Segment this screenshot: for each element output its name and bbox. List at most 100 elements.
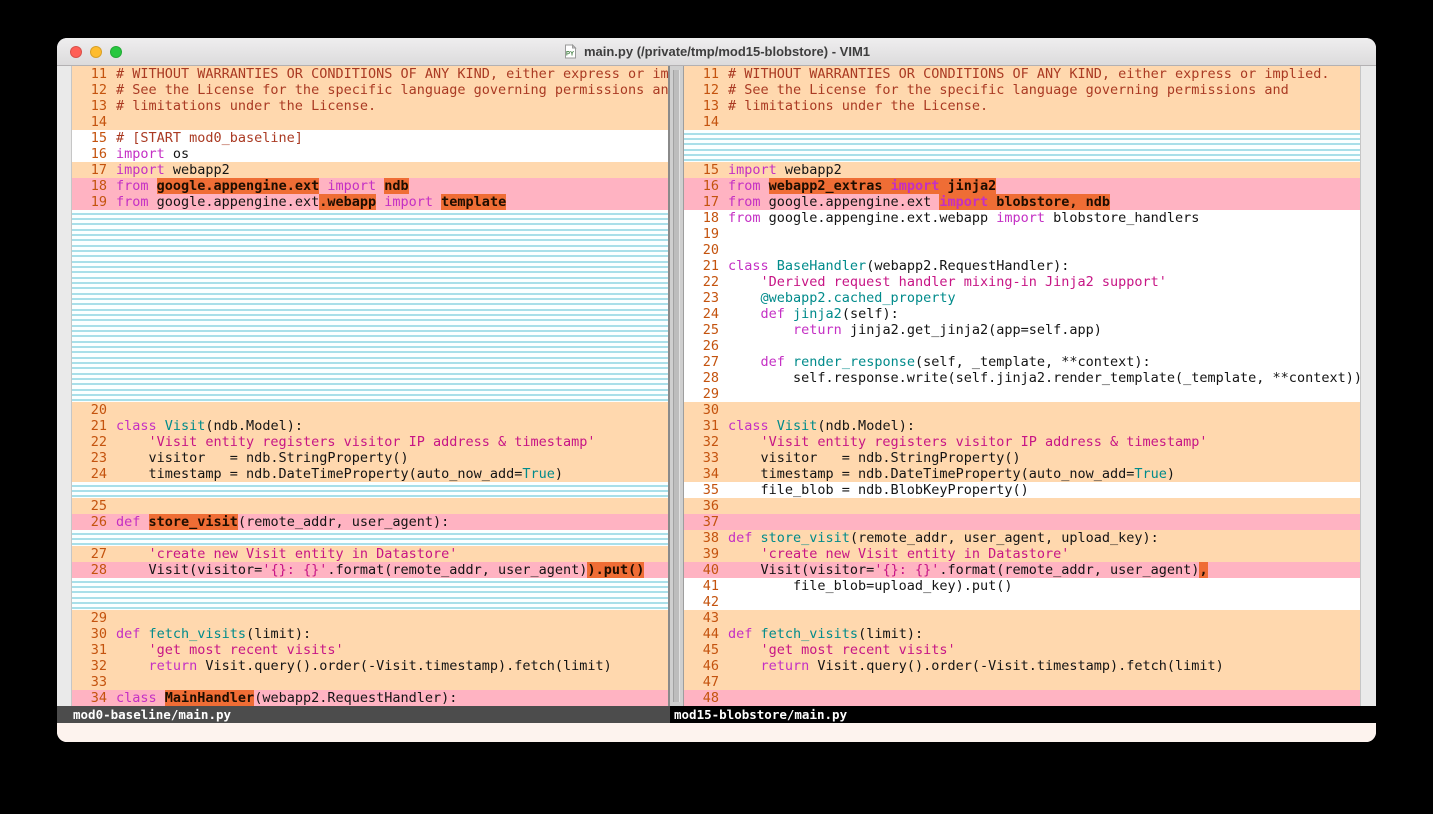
- code-line[interactable]: 17from google.appengine.ext import blobs…: [684, 194, 1360, 210]
- code-line[interactable]: 20: [72, 402, 668, 418]
- code-line[interactable]: 19: [684, 226, 1360, 242]
- code-line[interactable]: 37: [684, 514, 1360, 530]
- line-number: [72, 306, 116, 322]
- code-line[interactable]: 20: [684, 242, 1360, 258]
- code-line[interactable]: 48: [684, 690, 1360, 706]
- code-segment: .format(remote_addr, user_agent): [327, 562, 587, 578]
- code-line[interactable]: 15# [START mod0_baseline]: [72, 130, 668, 146]
- code-line[interactable]: 16from webapp2_extras import jinja2: [684, 178, 1360, 194]
- code-line[interactable]: 40 Visit(visitor='{}: {}'.format(remote_…: [684, 562, 1360, 578]
- code-line[interactable]: 29: [684, 386, 1360, 402]
- left-pane[interactable]: 11# WITHOUT WARRANTIES OR CONDITIONS OF …: [72, 66, 668, 706]
- code-line[interactable]: 41 file_blob=upload_key).put(): [684, 578, 1360, 594]
- split-divider[interactable]: [668, 66, 684, 706]
- code-line[interactable]: 31 'get most recent visits': [72, 642, 668, 658]
- code-line[interactable]: 22 'Derived request handler mixing-in Ji…: [684, 274, 1360, 290]
- code-line[interactable]: 27 def render_response(self, _template, …: [684, 354, 1360, 370]
- line-number: 29: [684, 386, 728, 402]
- code-line[interactable]: 24 def jinja2(self):: [684, 306, 1360, 322]
- code-line[interactable]: 35 file_blob = ndb.BlobKeyProperty(): [684, 482, 1360, 498]
- filler-line: [72, 530, 668, 546]
- line-number: 20: [684, 242, 728, 258]
- code-line[interactable]: 31class Visit(ndb.Model):: [684, 418, 1360, 434]
- code-line[interactable]: 42: [684, 594, 1360, 610]
- line-number: [72, 210, 116, 226]
- code-line[interactable]: 34class MainHandler(webapp2.RequestHandl…: [72, 690, 668, 706]
- line-number: 30: [684, 402, 728, 418]
- code-text: [728, 690, 1360, 706]
- code-line[interactable]: 15import webapp2: [684, 162, 1360, 178]
- code-line[interactable]: 21class Visit(ndb.Model):: [72, 418, 668, 434]
- right-pane[interactable]: 11# WITHOUT WARRANTIES OR CONDITIONS OF …: [684, 66, 1360, 706]
- line-number: 31: [684, 418, 728, 434]
- title-bar[interactable]: PY main.py (/private/tmp/mod15-blobstore…: [57, 38, 1376, 66]
- code-line[interactable]: 34 timestamp = ndb.DateTimeProperty(auto…: [684, 466, 1360, 482]
- code-line[interactable]: 44def fetch_visits(limit):: [684, 626, 1360, 642]
- code-text: 'get most recent visits': [116, 642, 668, 658]
- right-scrollbar[interactable]: [1360, 66, 1376, 706]
- line-number: [72, 226, 116, 242]
- code-line[interactable]: 32 return Visit.query().order(-Visit.tim…: [72, 658, 668, 674]
- status-bar-left[interactable]: mod0-baseline/main.py: [57, 706, 670, 723]
- line-number: 35: [684, 482, 728, 498]
- code-line[interactable]: 13# limitations under the License.: [72, 98, 668, 114]
- code-line[interactable]: 26def store_visit(remote_addr, user_agen…: [72, 514, 668, 530]
- code-segment: (limit):: [858, 626, 923, 642]
- code-line[interactable]: 28 self.response.write(self.jinja2.rende…: [684, 370, 1360, 386]
- code-line[interactable]: 33: [72, 674, 668, 690]
- code-line[interactable]: 11# WITHOUT WARRANTIES OR CONDITIONS OF …: [72, 66, 668, 82]
- code-line[interactable]: 18from google.appengine.ext import ndb: [72, 178, 668, 194]
- code-line[interactable]: 22 'Visit entity registers visitor IP ad…: [72, 434, 668, 450]
- code-line[interactable]: 21class BaseHandler(webapp2.RequestHandl…: [684, 258, 1360, 274]
- code-line[interactable]: 24 timestamp = ndb.DateTimeProperty(auto…: [72, 466, 668, 482]
- code-line[interactable]: 12# See the License for the specific lan…: [72, 82, 668, 98]
- code-line[interactable]: 14: [684, 114, 1360, 130]
- code-line[interactable]: 23 visitor = ndb.StringProperty(): [72, 450, 668, 466]
- code-segment: @webapp2.cached_property: [761, 290, 956, 306]
- code-line[interactable]: 36: [684, 498, 1360, 514]
- code-text: [116, 258, 668, 274]
- code-line[interactable]: 16import os: [72, 146, 668, 162]
- code-segment: self.response.write(self.jinja2.render_t…: [728, 370, 1360, 386]
- code-line[interactable]: 33 visitor = ndb.StringProperty(): [684, 450, 1360, 466]
- code-line[interactable]: 45 'get most recent visits': [684, 642, 1360, 658]
- code-line[interactable]: 46 return Visit.query().order(-Visit.tim…: [684, 658, 1360, 674]
- code-line[interactable]: 17import webapp2: [72, 162, 668, 178]
- line-number: 13: [684, 98, 728, 114]
- code-line[interactable]: 28 Visit(visitor='{}: {}'.format(remote_…: [72, 562, 668, 578]
- code-line[interactable]: 30: [684, 402, 1360, 418]
- code-segment: Visit.query().order(-Visit.timestamp).fe…: [809, 658, 1224, 674]
- minimize-button[interactable]: [90, 46, 102, 58]
- code-line[interactable]: 14: [72, 114, 668, 130]
- line-number: 12: [72, 82, 116, 98]
- code-line[interactable]: 25: [72, 498, 668, 514]
- code-line[interactable]: 12# See the License for the specific lan…: [684, 82, 1360, 98]
- code-line[interactable]: 30def fetch_visits(limit):: [72, 626, 668, 642]
- left-scrollbar[interactable]: [57, 66, 72, 706]
- code-line[interactable]: 25 return jinja2.get_jinja2(app=self.app…: [684, 322, 1360, 338]
- code-line[interactable]: 23 @webapp2.cached_property: [684, 290, 1360, 306]
- diff-changed-text: MainHandler: [165, 690, 254, 706]
- close-button[interactable]: [70, 46, 82, 58]
- code-segment: import: [116, 146, 165, 162]
- line-number: 34: [72, 690, 116, 706]
- code-line[interactable]: 39 'create new Visit entity in Datastore…: [684, 546, 1360, 562]
- code-line[interactable]: 13# limitations under the License.: [684, 98, 1360, 114]
- code-line[interactable]: 43: [684, 610, 1360, 626]
- code-line[interactable]: 38def store_visit(remote_addr, user_agen…: [684, 530, 1360, 546]
- code-line[interactable]: 27 'create new Visit entity in Datastore…: [72, 546, 668, 562]
- code-text: [728, 674, 1360, 690]
- code-line[interactable]: 47: [684, 674, 1360, 690]
- code-line[interactable]: 11# WITHOUT WARRANTIES OR CONDITIONS OF …: [684, 66, 1360, 82]
- code-line[interactable]: 19from google.appengine.ext.webapp impor…: [72, 194, 668, 210]
- code-line[interactable]: 29: [72, 610, 668, 626]
- code-segment: ): [1167, 466, 1175, 482]
- command-line[interactable]: [57, 723, 1376, 742]
- code-line[interactable]: 18from google.appengine.ext.webapp impor…: [684, 210, 1360, 226]
- status-bar-right[interactable]: mod15-blobstore/main.py: [670, 706, 1376, 723]
- code-text: class Visit(ndb.Model):: [728, 418, 1360, 434]
- zoom-button[interactable]: [110, 46, 122, 58]
- code-line[interactable]: 26: [684, 338, 1360, 354]
- code-line[interactable]: 32 'Visit entity registers visitor IP ad…: [684, 434, 1360, 450]
- code-text: visitor = ndb.StringProperty(): [728, 450, 1360, 466]
